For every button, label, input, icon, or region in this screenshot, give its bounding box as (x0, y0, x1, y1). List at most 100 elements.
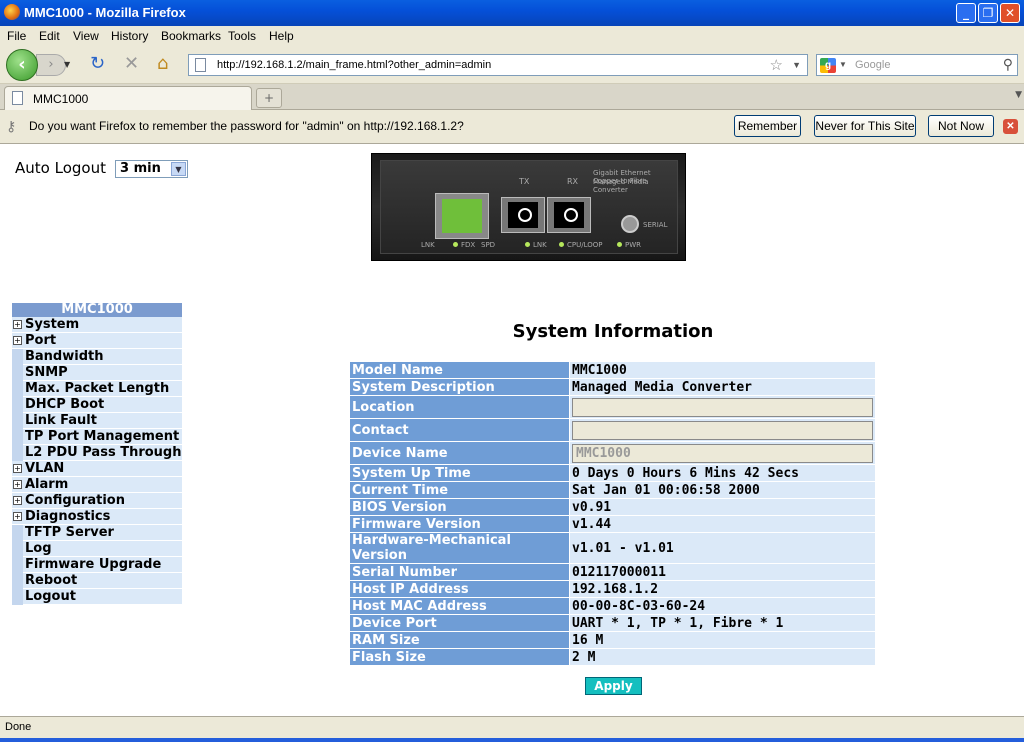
close-window-button[interactable]: ✕ (1000, 3, 1020, 23)
table-row: System Description Managed Media Converte… (349, 378, 876, 396)
field-label: Host IP Address (349, 580, 570, 598)
never-for-site-button[interactable]: Never for This Site (814, 115, 916, 137)
url-dropdown-icon[interactable]: ▼ (792, 60, 801, 70)
tab-label: MMC1000 (33, 92, 89, 106)
menu-history[interactable]: History (111, 29, 148, 43)
field-value: v1.01 - v1.01 (569, 532, 876, 564)
close-notification-icon[interactable]: ✕ (1003, 119, 1018, 134)
remember-button[interactable]: Remember (734, 115, 801, 137)
cpu-loop-label: CPU/LOOP (567, 241, 603, 249)
pwr-label: PWR (625, 241, 642, 249)
page-title: System Information (512, 321, 714, 342)
table-row: RAM Size 16 M (349, 631, 876, 649)
sidebar-item-bandwidth[interactable]: Bandwidth (12, 349, 182, 365)
google-engine-icon[interactable]: g (820, 58, 836, 73)
field-label: Location (349, 395, 570, 419)
field-label: Device Port (349, 614, 570, 632)
expand-plus-icon[interactable]: + (13, 480, 22, 489)
sidebar-item-diagnostics[interactable]: + Diagnostics (12, 509, 182, 525)
sidebar-item-l2-pdu-pass-through[interactable]: L2 PDU Pass Through (12, 445, 182, 461)
expand-plus-icon[interactable]: + (13, 464, 22, 473)
new-tab-button[interactable]: + (256, 88, 282, 108)
sidebar-item-log[interactable]: Log (12, 541, 182, 557)
page-content: Auto Logout 3 min ▼ TX RX Gigabit Ethern… (0, 145, 1024, 715)
sidebar-item-alarm[interactable]: + Alarm (12, 477, 182, 493)
sidebar-item-dhcp-boot[interactable]: DHCP Boot (12, 397, 182, 413)
sidebar-item-label: Bandwidth (25, 349, 104, 364)
auto-logout-select[interactable]: 3 min ▼ (115, 160, 188, 178)
sidebar-item-port[interactable]: + Port (12, 333, 182, 349)
sidebar-item-configuration[interactable]: + Configuration (12, 493, 182, 509)
table-row: Flash Size 2 M (349, 648, 876, 666)
table-row: Device Port UART * 1, TP * 1, Fibre * 1 (349, 614, 876, 632)
menu-bookmarks[interactable]: Bookmarks (161, 29, 221, 43)
password-notification-bar: ⚷ Do you want Firefox to remember the pa… (0, 110, 1024, 144)
menu-edit[interactable]: Edit (39, 29, 60, 43)
sidebar-item-logout[interactable]: Logout (12, 589, 182, 605)
sidebar-item-link-fault-passthrough[interactable]: Link Fault Passthrough (12, 413, 182, 443)
sidebar-item-vlan[interactable]: + VLAN (12, 461, 182, 477)
search-box[interactable]: g ▼ Google ⚲ (816, 54, 1018, 76)
sidebar-item-tp-port-management[interactable]: TP Port Management (12, 429, 182, 445)
expand-plus-icon[interactable]: + (13, 496, 22, 505)
forward-button[interactable]: › (36, 54, 66, 76)
reload-icon[interactable]: ↻ (90, 55, 105, 73)
sidebar-item-system[interactable]: + System (12, 317, 182, 333)
device-name-input[interactable]: MMC1000 (572, 443, 873, 463)
sidebar-item-firmware-upgrade[interactable]: Firmware Upgrade (12, 557, 182, 573)
window-title: MMC1000 - Mozilla Firefox (24, 5, 186, 20)
sidebar-item-snmp[interactable]: SNMP (12, 365, 182, 381)
rx-label: RX (567, 177, 579, 186)
field-value-cell (569, 395, 876, 419)
stop-icon[interactable]: ✕ (124, 55, 139, 73)
tab-mmc1000[interactable]: MMC1000 (4, 86, 252, 110)
sidebar-item-max-packet-length[interactable]: Max. Packet Length (12, 381, 182, 397)
field-value: v1.44 (569, 515, 876, 533)
address-bar[interactable]: http://192.168.1.2/main_frame.html?other… (188, 54, 808, 76)
field-value: UART * 1, TP * 1, Fibre * 1 (569, 614, 876, 632)
tab-list-icon[interactable]: ▼ (1015, 90, 1022, 100)
sidebar-item-label: TFTP Server (25, 525, 114, 540)
field-label: RAM Size (349, 631, 570, 649)
taskbar (0, 738, 1024, 742)
sidebar-item-reboot[interactable]: Reboot (12, 573, 182, 589)
status-text: Done (5, 721, 32, 733)
field-label: Host MAC Address (349, 597, 570, 615)
menu-tools[interactable]: Tools (228, 29, 256, 43)
menu-help[interactable]: Help (269, 29, 294, 43)
expand-plus-icon[interactable]: + (13, 512, 22, 521)
system-info-table: Model Name MMC1000 System Description Manag… (349, 361, 876, 666)
engine-dropdown-icon[interactable]: ▼ (839, 60, 847, 69)
location-input[interactable] (572, 397, 873, 417)
apply-button[interactable]: Apply (585, 677, 642, 695)
search-magnifier-icon[interactable]: ⚲ (1003, 56, 1013, 73)
home-icon[interactable]: ⌂ (157, 55, 168, 73)
expand-plus-icon[interactable]: + (13, 320, 22, 329)
history-dropdown-icon[interactable]: ▼ (64, 60, 70, 69)
field-label: System Description (349, 378, 570, 396)
serial-port-icon (621, 215, 639, 233)
sidebar-item-label: SNMP (25, 365, 68, 380)
field-label: Device Name (349, 441, 570, 465)
back-button[interactable]: ‹ (6, 49, 38, 81)
field-value: Sat Jan 01 00:06:58 2000 (569, 481, 876, 499)
device-desc-line2: Managed Media Converter (593, 178, 649, 194)
menu-view[interactable]: View (73, 29, 99, 43)
not-now-button[interactable]: Not Now (928, 115, 994, 137)
restore-button[interactable]: ❐ (978, 3, 998, 23)
chevron-down-icon[interactable]: ▼ (171, 162, 186, 176)
table-row: Device Name MMC1000 (349, 441, 876, 465)
status-bar: Done (0, 716, 1024, 738)
bookmark-star-icon[interactable]: ☆ (770, 56, 783, 74)
field-value: 00-00-8C-03-60-24 (569, 597, 876, 615)
contact-input[interactable] (572, 420, 873, 440)
expand-plus-icon[interactable]: + (13, 336, 22, 345)
menu-file[interactable]: File (7, 29, 26, 43)
minimize-button[interactable]: _ (956, 3, 976, 23)
field-value: 16 M (569, 631, 876, 649)
sidebar-item-tftp-server[interactable]: TFTP Server (12, 525, 182, 541)
sidebar-item-label: TP Port Management (25, 429, 180, 444)
auto-logout-label: Auto Logout (15, 159, 106, 177)
firefox-logo-icon (4, 4, 20, 20)
notification-message: Do you want Firefox to remember the pass… (29, 119, 464, 133)
